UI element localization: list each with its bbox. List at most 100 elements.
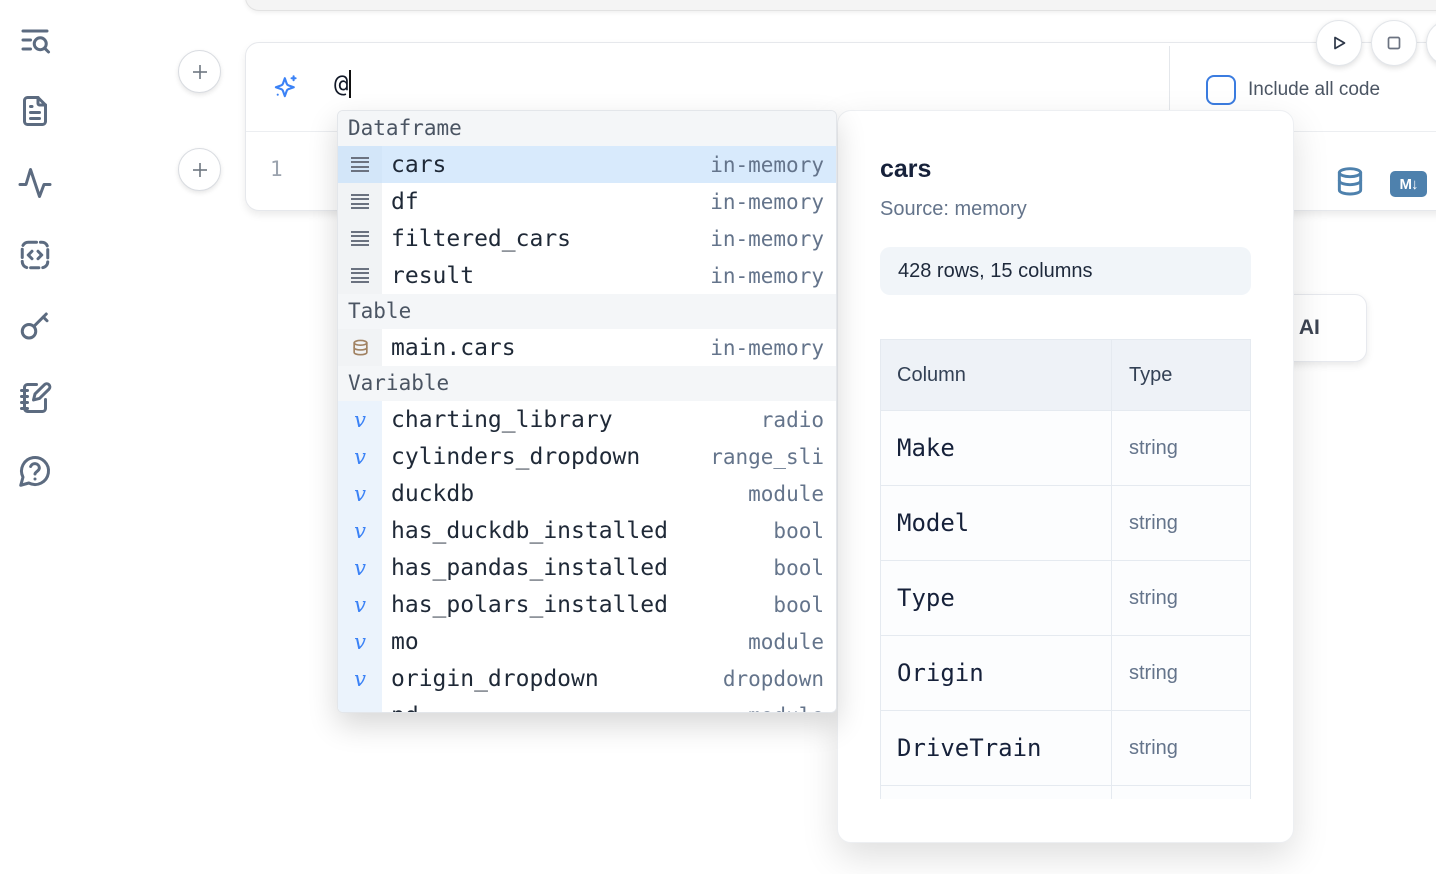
database-icon <box>351 338 370 358</box>
autocomplete-item-main-cars[interactable]: main.cars in-memory <box>338 329 836 366</box>
autocomplete-item-has-duckdb-installed[interactable]: vhas_duckdb_installedbool <box>338 512 836 549</box>
text-caret <box>349 70 351 98</box>
key-icon[interactable] <box>17 308 53 344</box>
autocomplete-item-charting-library[interactable]: v charting_library radio <box>338 401 836 438</box>
autocomplete-section-header: Table <box>338 294 836 329</box>
shape-badge: 428 rows, 15 columns <box>880 247 1251 295</box>
item-icon-gutter: v <box>338 660 382 697</box>
help-circle-icon[interactable] <box>17 453 53 489</box>
variable-icon: v <box>354 445 366 469</box>
item-name: pd <box>391 703 419 714</box>
column-type-cell: string <box>1112 486 1250 560</box>
add-cell-button-bottom[interactable] <box>178 148 221 191</box>
ai-prompt-text: @ <box>334 70 351 98</box>
item-name: has_pandas_installed <box>391 555 668 581</box>
column-type-cell: string <box>1112 411 1250 485</box>
schema-table-row: Typestring <box>881 561 1250 636</box>
item-name: mo <box>391 629 419 655</box>
item-icon-gutter: v <box>338 401 382 438</box>
rows-icon <box>351 228 369 249</box>
rows-icon <box>351 154 369 175</box>
item-name: charting_library <box>391 407 613 433</box>
variable-icon: v <box>354 482 366 506</box>
item-type: range_sli <box>710 445 824 469</box>
column-type-cell: string <box>1112 636 1250 710</box>
stop-button[interactable] <box>1371 20 1417 66</box>
previous-cell-edge <box>245 0 1436 11</box>
item-type: radio <box>761 408 824 432</box>
item-type: in-memory <box>710 336 824 360</box>
item-icon-gutter <box>338 257 382 294</box>
item-icon-gutter: v <box>338 438 382 475</box>
item-type: module <box>748 704 824 714</box>
item-icon-gutter: v <box>338 586 382 623</box>
schema-table-row: Makestring <box>881 411 1250 486</box>
variable-icon: v <box>354 630 366 654</box>
item-name: cylinders_dropdown <box>391 444 640 470</box>
variable-icon: v <box>354 667 366 691</box>
autocomplete-section-header: Variable <box>338 366 836 401</box>
column-name-cell: Make <box>881 411 1112 485</box>
item-icon-gutter: v <box>338 549 382 586</box>
sparkles-icon <box>272 73 300 101</box>
stop-icon <box>1384 33 1404 53</box>
column-name-cell: Type <box>881 561 1112 635</box>
variable-icon: v <box>354 556 366 580</box>
column-header: Column <box>881 340 1112 410</box>
schema-table-row: Modelstring <box>881 486 1250 561</box>
autocomplete-item-origin-dropdown[interactable]: vorigin_dropdowndropdown <box>338 660 836 697</box>
list-search-icon[interactable] <box>17 22 53 58</box>
item-type: in-memory <box>710 153 824 177</box>
column-name-cell: Origin <box>881 636 1112 710</box>
include-all-code-label: Include all code <box>1248 79 1380 101</box>
sql-cell-button[interactable] <box>1334 165 1366 199</box>
database-icon <box>1334 165 1366 199</box>
variable-icon: v <box>354 593 366 617</box>
add-cell-button-top[interactable] <box>178 50 221 93</box>
notebook-pen-icon[interactable] <box>17 380 53 416</box>
item-icon-gutter: v <box>338 475 382 512</box>
autocomplete-item-has-pandas-installed[interactable]: v has_pandas_installed bool <box>338 549 836 586</box>
type-header: Type <box>1112 340 1250 410</box>
code-square-icon[interactable] <box>17 237 53 273</box>
include-all-code-checkbox[interactable] <box>1206 75 1236 105</box>
item-type: in-memory <box>710 264 824 288</box>
autocomplete-item-filtered-cars[interactable]: filtered_cars in-memory <box>338 220 836 257</box>
autocomplete-item-cylinders-dropdown[interactable]: v cylinders_dropdown range_sli <box>338 438 836 475</box>
item-name: duckdb <box>391 481 474 507</box>
autocomplete-item-pd[interactable]: v pd module <box>338 697 836 713</box>
plus-icon <box>191 63 209 81</box>
autocomplete-dropdown: Dataframecarsin-memorydfin-memoryfiltere… <box>337 110 837 713</box>
item-name: result <box>391 263 474 289</box>
item-icon-gutter <box>338 146 382 183</box>
run-cell-button[interactable] <box>1316 20 1362 66</box>
variable-icon: v <box>354 704 366 714</box>
item-type: module <box>748 482 824 506</box>
activity-icon[interactable] <box>17 165 53 201</box>
item-type: bool <box>773 556 824 580</box>
item-type: in-memory <box>710 190 824 214</box>
autocomplete-item-duckdb[interactable]: v duckdb module <box>338 475 836 512</box>
autocomplete-item-df[interactable]: df in-memory <box>338 183 836 220</box>
item-type: bool <box>773 519 824 543</box>
item-type: bool <box>773 593 824 617</box>
autocomplete-item-cars[interactable]: cars in-memory <box>338 146 836 183</box>
dataframe-preview-panel: cars Source: memory 428 rows, 15 columns… <box>837 110 1294 843</box>
markdown-cell-button[interactable]: M↓ <box>1390 171 1427 197</box>
column-name-cell: Model <box>881 486 1112 560</box>
item-type: in-memory <box>710 227 824 251</box>
item-name: has_polars_installed <box>391 592 668 618</box>
variable-icon: v <box>354 519 366 543</box>
autocomplete-item-result[interactable]: result in-memory <box>338 257 836 294</box>
plus-icon <box>191 161 209 179</box>
item-name: filtered_cars <box>391 226 571 252</box>
item-name: main.cars <box>391 335 516 361</box>
item-name: cars <box>391 152 446 178</box>
item-name: df <box>391 189 419 215</box>
autocomplete-item-mo[interactable]: vmomodule <box>338 623 836 660</box>
autocomplete-item-has-polars-installed[interactable]: v has_polars_installed bool <box>338 586 836 623</box>
markdown-icon: M↓ <box>1400 176 1418 193</box>
file-text-icon[interactable] <box>17 93 53 129</box>
line-number: 1 <box>270 157 283 181</box>
variable-icon: v <box>354 408 366 432</box>
